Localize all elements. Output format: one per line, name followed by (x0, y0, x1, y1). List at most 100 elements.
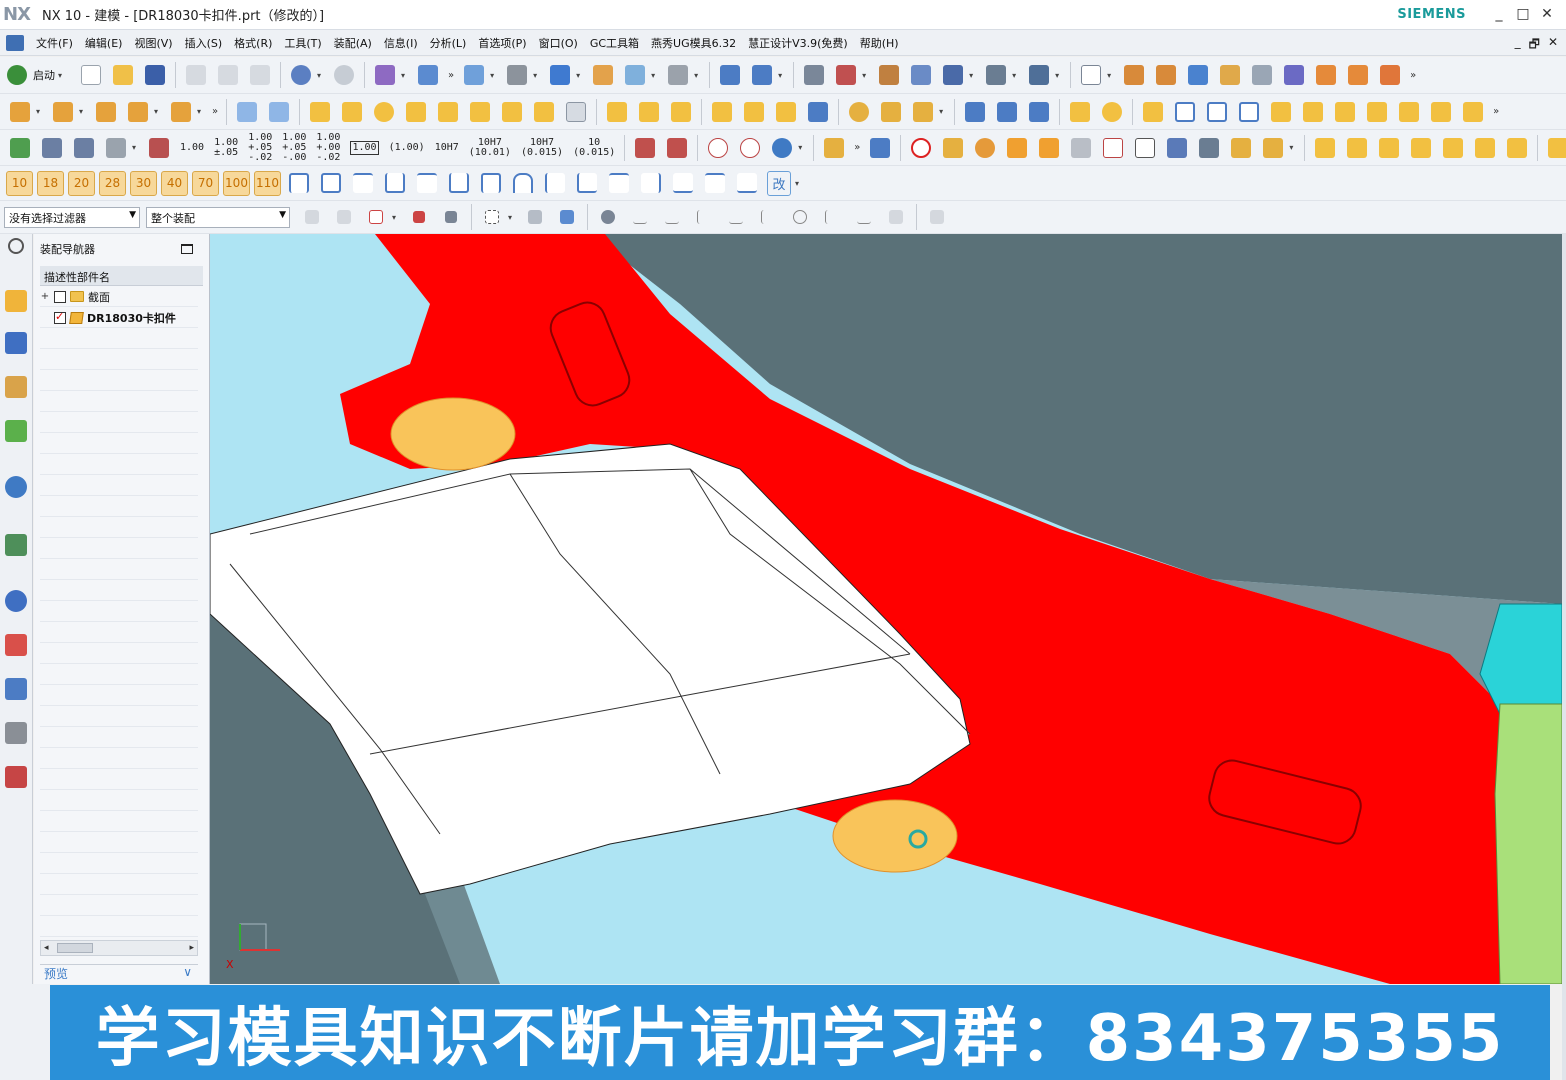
prohibit-icon[interactable] (908, 135, 934, 161)
taper-icon[interactable] (1545, 135, 1566, 161)
chevron-down-icon[interactable]: ▾ (490, 71, 498, 80)
undo-icon[interactable] (288, 62, 314, 88)
maximize-button[interactable]: □ (1512, 4, 1534, 24)
center-point-icon[interactable] (755, 204, 781, 230)
align-icon[interactable] (994, 99, 1020, 125)
background-icon[interactable] (665, 62, 691, 88)
curve-icon[interactable] (1100, 135, 1126, 161)
standard-part-icon[interactable] (307, 99, 333, 125)
rib-icon[interactable] (1332, 99, 1358, 125)
dim-style-10[interactable]: 10H7 (0.015) (521, 137, 563, 158)
scroll-thumb[interactable] (57, 943, 93, 953)
doc-minimize-button[interactable]: _ (1515, 35, 1521, 56)
history-icon[interactable] (5, 534, 27, 556)
menu-preferences[interactable]: 首选项(P) (472, 35, 532, 51)
solid-select-icon[interactable] (522, 204, 548, 230)
more-icon[interactable]: » (854, 142, 860, 153)
chevron-down-icon[interactable]: ∨ (183, 965, 192, 979)
more-icon[interactable]: » (448, 70, 454, 81)
chevron-down-icon[interactable]: ▾ (795, 179, 803, 188)
chevron-down-icon[interactable]: ▾ (132, 143, 140, 152)
wedge-block-icon[interactable] (1312, 135, 1338, 161)
new-file-icon[interactable] (78, 62, 104, 88)
chevron-down-icon[interactable]: ▾ (197, 107, 205, 116)
scroll-right-icon[interactable]: ▸ (189, 943, 194, 953)
graphics-viewport[interactable]: X (210, 234, 1562, 984)
menu-information[interactable]: 信息(I) (378, 35, 424, 51)
table-icon[interactable] (801, 62, 827, 88)
model-rendering[interactable]: X (210, 234, 1562, 984)
hook-icon[interactable] (1408, 135, 1434, 161)
angle-icon[interactable] (1268, 99, 1294, 125)
palette-icon[interactable] (972, 135, 998, 161)
dim-style-6[interactable]: 1.00 (350, 140, 379, 155)
profile-12-icon[interactable] (638, 170, 664, 196)
size-20-button[interactable]: 20 (68, 170, 95, 196)
chevron-down-icon[interactable]: ▾ (778, 71, 786, 80)
profile-15-icon[interactable] (734, 170, 760, 196)
new-icon[interactable] (910, 99, 936, 125)
chevron-down-icon[interactable]: ▾ (392, 213, 400, 222)
type-filter-dropdown[interactable]: 没有选择过滤器 ▼ (4, 206, 140, 228)
draft-icon[interactable] (1460, 99, 1486, 125)
menu-view[interactable]: 视图(V) (128, 35, 178, 51)
ejector-pin-icon[interactable] (403, 99, 429, 125)
constraint-icon[interactable] (93, 99, 119, 125)
menu-analysis[interactable]: 分析(L) (424, 35, 473, 51)
horizontal-scrollbar[interactable]: ◂ ▸ (40, 940, 198, 956)
profile-10-icon[interactable] (574, 170, 600, 196)
box-grey-icon[interactable] (1068, 135, 1094, 161)
chevron-down-icon[interactable]: ▾ (862, 71, 870, 80)
chevron-down-icon[interactable]: ▾ (576, 71, 584, 80)
tree-row-part[interactable]: DR18030卡扣件 (40, 307, 198, 328)
menu-tools[interactable]: 工具(T) (278, 35, 327, 51)
profile-2-icon[interactable] (318, 170, 344, 196)
dim-style-11[interactable]: 10 (0.015) (573, 137, 615, 158)
dim-style-3[interactable]: 1.00 +.05 -.02 (248, 132, 272, 163)
profile-5-icon[interactable] (414, 170, 440, 196)
menu-edit[interactable]: 编辑(E) (79, 35, 129, 51)
gear-icon[interactable] (846, 99, 872, 125)
parallel-icon[interactable] (1364, 99, 1390, 125)
parts-list-icon[interactable] (39, 135, 65, 161)
doc-restore-button[interactable]: 🗗 (1529, 35, 1540, 56)
profile-7-icon[interactable] (478, 170, 504, 196)
roughness-icon[interactable] (632, 135, 658, 161)
cooling-icon[interactable] (1345, 62, 1371, 88)
fit-view-icon[interactable] (461, 62, 487, 88)
settings-gear-icon[interactable] (8, 238, 24, 254)
rounded-square-icon[interactable] (1172, 99, 1198, 125)
chevron-down-icon[interactable]: ▾ (694, 71, 702, 80)
size-40-button[interactable]: 40 (161, 170, 188, 196)
profile-8-icon[interactable] (510, 170, 536, 196)
stop-block-icon[interactable] (741, 99, 767, 125)
visibility-checkbox[interactable] (54, 310, 66, 324)
add-component-icon[interactable] (50, 99, 76, 125)
size-10-button[interactable]: 10 (6, 170, 33, 196)
surface-finish-icon[interactable] (664, 135, 690, 161)
select-icon[interactable] (940, 62, 966, 88)
wcs-icon[interactable] (622, 62, 648, 88)
reuse-library-icon[interactable] (5, 420, 27, 442)
sprue-icon[interactable] (339, 99, 365, 125)
chevron-down-icon[interactable]: ▾ (508, 213, 516, 222)
chevron-down-icon[interactable]: ▾ (79, 107, 87, 116)
dim-style-1[interactable]: 1.00 (180, 142, 204, 153)
core-icon[interactable] (1217, 62, 1243, 88)
palette-icon[interactable] (5, 766, 27, 788)
ejector-icon[interactable] (1313, 62, 1339, 88)
up-arrow-icon[interactable] (878, 99, 904, 125)
cursor-icon[interactable] (406, 204, 432, 230)
join-icon[interactable] (1026, 99, 1052, 125)
green-part[interactable] (1494, 703, 1562, 984)
move-component-icon[interactable] (125, 99, 151, 125)
screw-icon[interactable] (1376, 135, 1402, 161)
menu-huizheng-design[interactable]: 慧正设计V3.9(免费) (742, 35, 854, 51)
more-icon[interactable]: » (1410, 70, 1416, 81)
size-28-button[interactable]: 28 (99, 170, 126, 196)
profile-11-icon[interactable] (606, 170, 632, 196)
chevron-down-icon[interactable]: ▾ (939, 107, 947, 116)
dim-style-7[interactable]: (1.00) (389, 142, 425, 153)
analysis-icon[interactable] (876, 62, 902, 88)
chevron-down-icon[interactable]: ▾ (36, 107, 44, 116)
